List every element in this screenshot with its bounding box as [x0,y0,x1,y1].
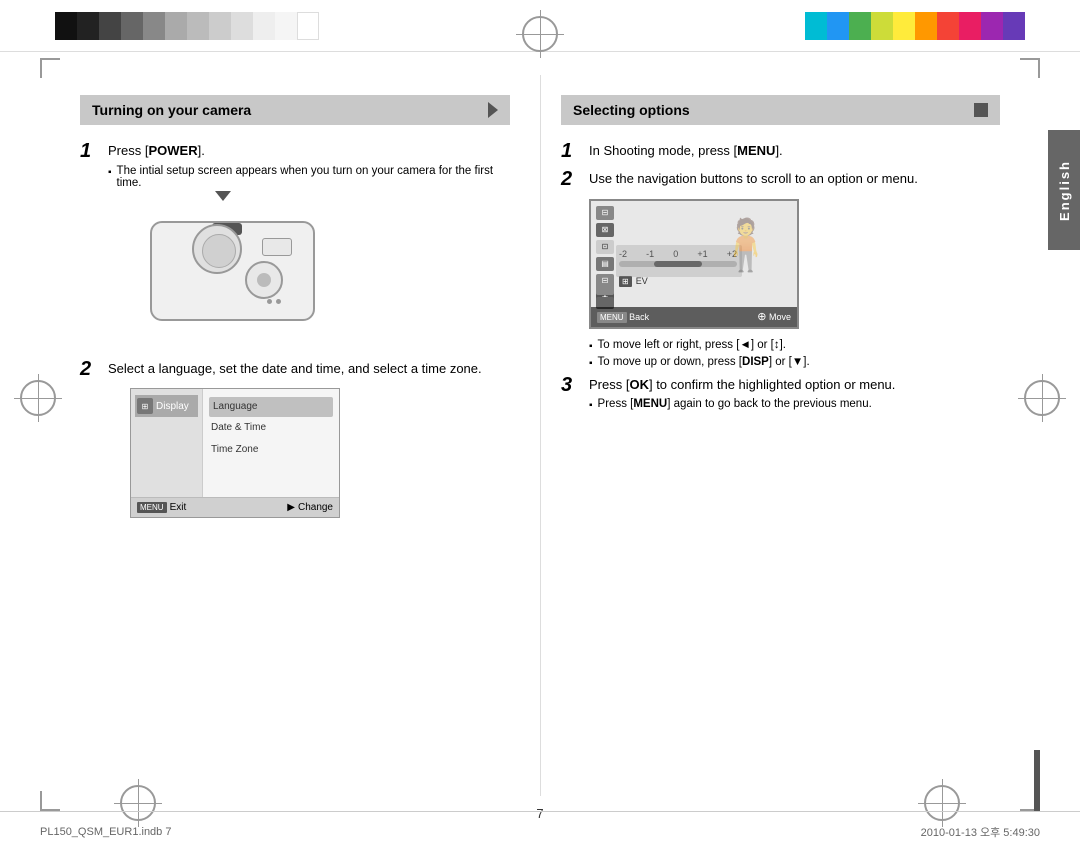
change-label: Change [298,502,333,513]
color-strip [805,12,1025,40]
setup-display-item: ⊞ Display [135,395,198,417]
ev-label: ⊞ EV [619,276,648,287]
right-step-1: 1 In Shooting mode, press [MENU]. [561,141,1000,161]
back-label: MENU Back [597,312,649,322]
camera-lens-inner [202,234,236,268]
left-section-title: Turning on your camera [92,102,251,118]
right-step-1-text: In Shooting mode, press [MENU]. [589,141,1000,161]
cam-bottom-bar: MENU Back ⊕ Move [591,307,797,327]
grayscale-strip [55,12,319,40]
step-1-number: 1 [80,141,102,161]
camera-screen: ⊟ ⊠ ⊡ ▤ ⊟ ★ -2-10+1+2 [589,199,799,329]
camera-lens [192,224,242,274]
camera-nav [245,261,283,299]
right-step-3-text: Press [OK] to confirm the highlighted op… [589,375,1000,395]
right-step-3: 3 Press [OK] to confirm the highlighted … [561,375,1000,412]
top-bar [0,0,1080,52]
step-1: 1 Press [POWER]. The intial setup screen… [80,141,510,347]
step-1-bullet-text: The intial setup screen appears when you… [117,165,510,189]
right-step-3-content: Press [OK] to confirm the highlighted op… [589,375,1000,412]
cam-icon-3: ⊡ [596,240,614,254]
step-1-subtext: The intial setup screen appears when you… [108,165,510,189]
cam-icon-4: ▤ [596,257,614,271]
camera-image [130,201,330,331]
camera-flash [262,238,292,256]
ev-text-icon: ⊞ [619,276,632,287]
cam-icon-2: ⊠ [596,223,614,237]
right-step-2-content: Use the navigation buttons to scroll to … [589,169,1000,369]
right-step-2-number: 2 [561,169,583,189]
camera-body [150,221,315,321]
filename-left: PL150_QSM_EUR1.indb 7 [40,826,171,838]
step-2-content: Select a language, set the date and time… [108,359,510,519]
next-arrow-icon [488,102,498,118]
menu-key: MENU [737,143,775,158]
ok-key: OK [629,377,649,392]
language-option: Language [209,397,333,417]
person-figure: 🧍 [715,216,777,275]
step-2: 2 Select a language, set the date and ti… [80,359,510,519]
ev-text-label: EV [636,276,648,286]
right-step-2-text: Use the navigation buttons to scroll to … [589,169,1000,189]
exit-label: Exit [170,502,187,513]
step-2-text: Select a language, set the date and time… [108,359,510,379]
cam-icon-1: ⊟ [596,206,614,220]
right-step-1-content: In Shooting mode, press [MENU]. [589,141,1000,161]
camera-arrow-indicator [215,191,231,201]
menu-exit: MENU Exit [137,502,186,513]
right-step-3-bullet: Press [MENU] again to go back to the pre… [589,398,1000,411]
cam-icon-row-lower [596,283,614,309]
right-section-title: Selecting options [573,102,690,118]
menu-icon-exit: MENU [137,502,167,513]
arrow-change-icon: ▶ [287,502,295,513]
right-step-3-number: 3 [561,375,583,395]
right-step-1-number: 1 [561,141,583,161]
crosshair-top [522,16,558,52]
stop-square-icon [974,103,988,117]
setup-bottom-bar: MENU Exit ▶ Change [131,497,339,517]
right-indicator-bar [1034,750,1040,811]
bottom-bar: PL150_QSM_EUR1.indb 7 2010-01-13 오후 5:49… [0,811,1080,851]
step-1-text: Press [POWER]. [108,141,510,161]
bullet-up-down: To move up or down, press [DISP] or [▼]. [589,356,1000,369]
right-step-2: 2 Use the navigation buttons to scroll t… [561,169,1000,369]
left-section-header: Turning on your camera [80,95,510,125]
display-label: Display [156,401,189,412]
change-action: ▶ Change [287,502,333,513]
right-section-header: Selecting options [561,95,1000,125]
step-2-number: 2 [80,359,102,379]
camera-nav-inner [257,273,271,287]
date-time-option: Date & Time [209,417,333,439]
time-zone-option: Time Zone [209,439,333,461]
setup-screen: ⊞ Display Language Date & Time Time Zone [130,388,340,518]
step-1-content: Press [POWER]. The intial setup screen a… [108,141,510,347]
filename-right: 2010-01-13 오후 5:49:30 [921,824,1040,840]
display-icon: ⊞ [137,398,153,414]
move-label: ⊕ Move [757,310,791,323]
bullet-left-right: To move left or right, press [◄] or [↕]. [589,339,1000,352]
power-key: POWER [148,143,197,158]
